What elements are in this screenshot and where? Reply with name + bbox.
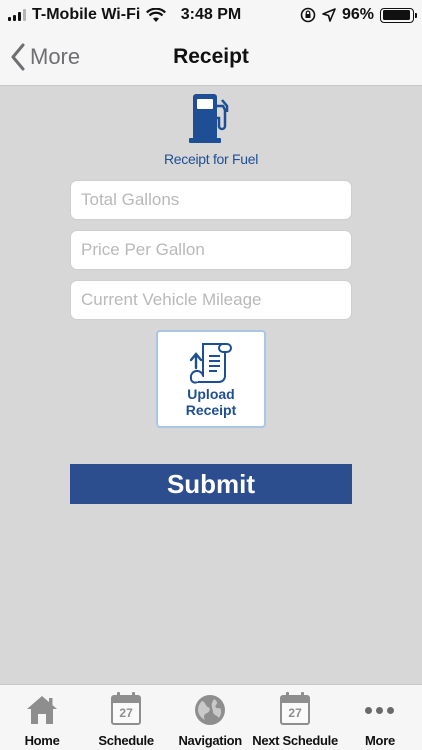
vehicle-mileage-input[interactable] [70,280,352,320]
tab-label: Next Schedule [252,733,338,748]
fuel-pump-icon [189,94,229,143]
page-title: Receipt [173,45,249,68]
more-dots-icon [363,693,397,727]
tab-label: Schedule [98,733,154,748]
tab-schedule[interactable]: 27 Schedule [84,685,168,750]
submit-button[interactable]: Submit [70,464,352,504]
orientation-lock-icon [300,7,316,23]
receipt-upload-icon [189,343,232,384]
price-per-gallon-input[interactable] [70,230,352,270]
tab-label: Home [24,733,60,748]
tab-label: Navigation [178,733,242,748]
calendar-icon: 27 [280,692,311,725]
tab-home[interactable]: Home [0,685,84,750]
fuel-caption: Receipt for Fuel [163,151,259,167]
upload-receipt-label: Upload Receipt [185,386,237,418]
upload-receipt-button[interactable]: Upload Receipt [156,330,266,428]
navigation-bar: More Receipt [0,30,422,86]
tab-next-schedule[interactable]: 27 Next Schedule [252,685,338,750]
battery-percentage: 96% [341,6,374,23]
location-arrow-icon [322,8,336,22]
tab-more[interactable]: More [338,685,422,750]
status-bar: T-Mobile Wi-Fi 3:48 PM 96% [0,0,422,30]
home-icon [25,693,59,727]
fuel-header: Receipt for Fuel [0,92,422,167]
tab-label: More [365,733,395,748]
globe-icon [193,693,227,727]
tab-bar: Home 27 Schedule Navigation 27 Next Sche… [0,684,422,750]
calendar-icon: 27 [111,692,142,725]
total-gallons-input[interactable] [70,180,352,220]
tab-navigation[interactable]: Navigation [168,685,252,750]
battery-icon [380,7,417,23]
